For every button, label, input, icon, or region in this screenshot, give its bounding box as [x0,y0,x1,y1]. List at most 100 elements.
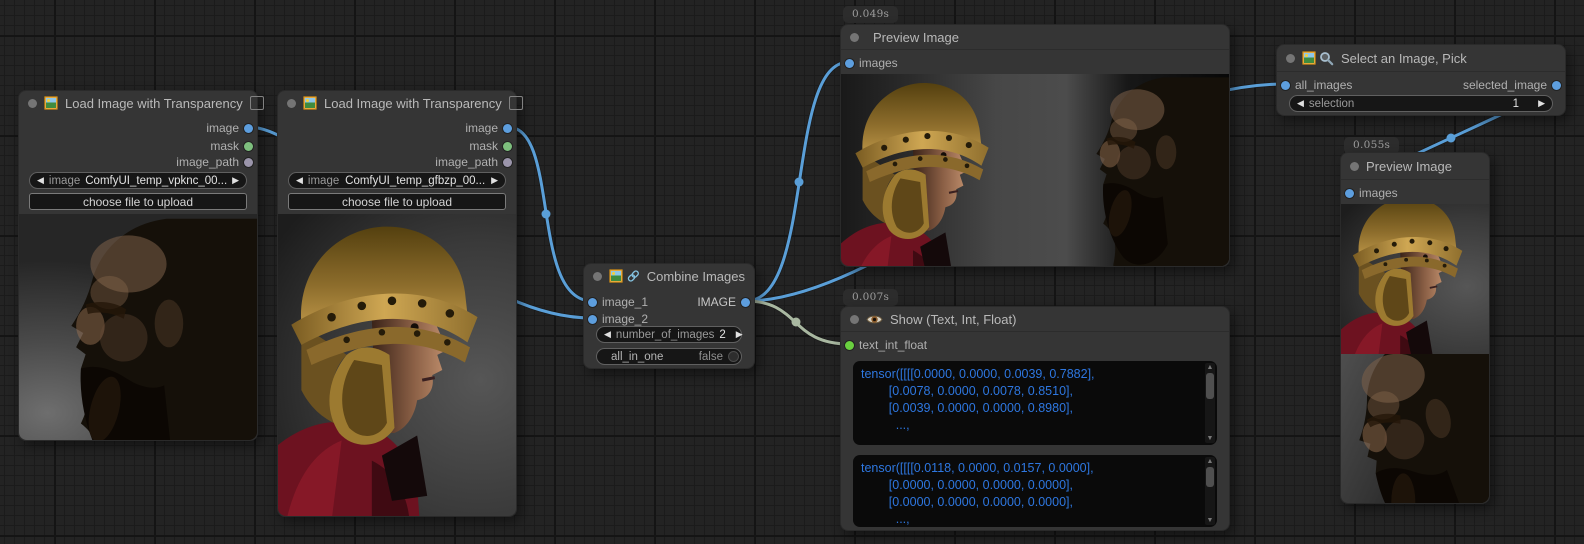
output-slot-image-path: image_path [176,154,239,170]
node-titlebar[interactable]: Preview Image [841,25,1229,50]
input-dot-all-images[interactable] [1281,81,1290,90]
title-checkbox[interactable] [509,96,523,110]
collapse-dot[interactable] [593,272,602,281]
wire-load2-image-to-combine-image1 [508,127,592,301]
input-dot-image2[interactable] [588,315,597,324]
tensor-textarea-1[interactable]: tensor([[[[0.0000, 0.0000, 0.0039, 0.788… [853,361,1217,445]
node-show-text-int-float[interactable]: Show (Text, Int, Float) text_int_float t… [840,306,1230,531]
collapse-dot[interactable] [850,315,859,324]
output-dot-mask[interactable] [244,142,253,151]
output-slot-mask: mask [210,138,239,154]
combo-next-icon[interactable]: ▶ [1538,95,1545,112]
title-checkbox[interactable] [250,96,264,110]
image-icon [1302,51,1316,65]
node-titlebar[interactable]: Combine Images [584,264,754,288]
collapse-dot[interactable] [287,99,296,108]
combo-value: ComfyUI_temp_gfbzp_00... [344,175,486,187]
scroll-up-icon[interactable]: ▲ [1205,363,1215,372]
combo-next-icon[interactable]: ▶ [491,172,498,189]
combo-value: 1 [1513,98,1519,110]
node-titlebar[interactable]: Preview Image [1341,153,1489,180]
combo-prev-icon[interactable]: ◀ [1297,95,1304,112]
combo-prev-icon[interactable]: ◀ [604,326,611,343]
node-title: Show (Text, Int, Float) [890,312,1016,327]
selection-combo-widget[interactable]: ◀ selection 1 ▶ [1289,95,1553,112]
combo-value: ComfyUI_temp_vpknc_00... [85,175,227,187]
node-title: Load Image with Transparency [324,96,502,111]
toggle-knob-icon[interactable] [728,351,739,362]
eye-icon [866,313,883,326]
node-title: Preview Image [873,30,959,45]
image-icon [303,96,317,110]
output-slot-image: IMAGE [697,294,736,310]
output-slot-image-path: image_path [435,154,498,170]
wire-combine-to-show [746,301,849,344]
choose-file-button[interactable]: choose file to upload [288,193,506,210]
output-dot-image[interactable] [503,124,512,133]
input-slot-image1: image_1 [602,294,648,310]
node-load-image-with-transparency-1[interactable]: Load Image with Transparency image mask … [18,90,258,441]
node-graph-canvas[interactable]: 0.049s 0.007s 0.055s Load Image with Tra… [0,0,1584,544]
output-dot-image-path[interactable] [244,158,253,167]
node-select-an-image-pick[interactable]: Select an Image, Pick all_images selecte… [1276,44,1566,116]
selected-image-preview-2 [1341,354,1489,503]
image-icon [44,96,58,110]
combo-next-icon[interactable]: ▶ [736,326,743,343]
combo-prev-icon[interactable]: ◀ [37,172,44,189]
node-load-image-with-transparency-2[interactable]: Load Image with Transparency image mask … [277,90,517,517]
input-slot-images: images [1359,185,1398,201]
node-preview-image-right[interactable]: Preview Image images [1340,152,1490,504]
choose-file-button[interactable]: choose file to upload [29,193,247,210]
output-dot-image[interactable] [244,124,253,133]
collapse-dot[interactable] [28,99,37,108]
node-combine-images[interactable]: Combine Images image_1 image_2 IMAGE ◀ n… [583,263,755,369]
input-dot-images[interactable] [1345,189,1354,198]
combo-label: image [49,175,80,187]
node-titlebar[interactable]: Show (Text, Int, Float) [841,307,1229,332]
node-title: Load Image with Transparency [65,96,243,111]
collapse-dot[interactable] [1350,162,1359,171]
link-icon [627,268,640,284]
scroll-up-icon[interactable]: ▲ [1205,457,1215,466]
output-dot-image-path[interactable] [503,158,512,167]
tensor-textarea-2[interactable]: tensor([[[[0.0118, 0.0000, 0.0157, 0.000… [853,455,1217,527]
scrollbar[interactable]: ▲ ▼ [1205,457,1215,525]
image-combo-widget[interactable]: ◀ image ComfyUI_temp_gfbzp_00... ▶ [288,172,506,189]
tensor-text-2: tensor([[[[0.0118, 0.0000, 0.0157, 0.000… [861,460,1201,527]
output-dot-image[interactable] [741,298,750,307]
combo-prev-icon[interactable]: ◀ [296,172,303,189]
collapse-dot[interactable] [850,33,859,42]
node-titlebar[interactable]: Load Image with Transparency [278,91,516,115]
input-dot-text-int-float[interactable] [845,341,854,350]
all-in-one-toggle[interactable]: all_in_one false [596,348,742,365]
loaded-image-preview [19,214,257,440]
output-dot-mask[interactable] [503,142,512,151]
tensor-text-1: tensor([[[[0.0000, 0.0000, 0.0039, 0.788… [861,366,1201,445]
combo-value: 2 [719,329,725,341]
scroll-down-icon[interactable]: ▼ [1205,516,1215,525]
input-dot-images[interactable] [845,59,854,68]
node-title: Combine Images [647,269,745,284]
node-preview-image-top[interactable]: Preview Image images [840,24,1230,267]
wire-combine-to-preview-top [746,62,849,301]
output-dot-selected-image[interactable] [1552,81,1561,90]
image-combo-widget[interactable]: ◀ image ComfyUI_temp_vpknc_00... ▶ [29,172,247,189]
number-of-images-widget[interactable]: ◀ number_of_images 2 ▶ [596,326,742,343]
toggle-label: all_in_one [611,351,663,363]
scroll-thumb[interactable] [1206,373,1214,399]
collapse-dot[interactable] [1286,54,1295,63]
scroll-thumb[interactable] [1206,467,1214,487]
node-title: Select an Image, Pick [1341,51,1467,66]
input-dot-image1[interactable] [588,298,597,307]
image-icon [609,269,623,283]
combo-label: image [308,175,339,187]
scroll-down-icon[interactable]: ▼ [1205,434,1215,443]
output-slot-image: image [465,120,498,136]
combo-next-icon[interactable]: ▶ [232,172,239,189]
output-slot-mask: mask [469,138,498,154]
scrollbar[interactable]: ▲ ▼ [1205,363,1215,443]
node-titlebar[interactable]: Load Image with Transparency [19,91,257,115]
node-title: Preview Image [1366,159,1452,174]
node-titlebar[interactable]: Select an Image, Pick [1277,45,1565,72]
toggle-value: false [699,351,723,363]
